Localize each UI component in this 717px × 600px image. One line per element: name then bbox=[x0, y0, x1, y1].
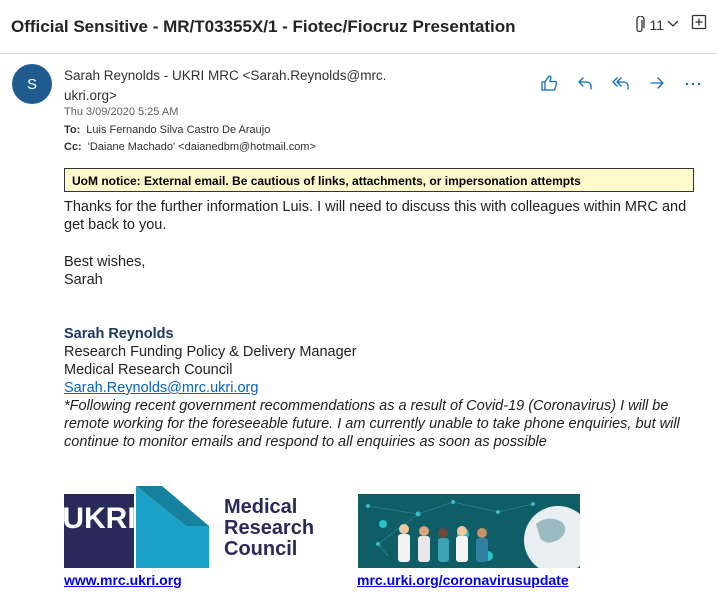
to-recipient[interactable]: Luis Fernando Silva Castro De Araujo bbox=[86, 124, 270, 136]
coronavirus-update-link[interactable]: mrc.urki.org/coronavirusupdate bbox=[357, 572, 569, 588]
closing-line: Best wishes, bbox=[64, 254, 146, 270]
mrc-line-3: Council bbox=[224, 538, 298, 560]
cc-recipient[interactable]: 'Daiane Machado' <daianedbm@hotmail.com> bbox=[88, 141, 316, 153]
like-icon[interactable] bbox=[538, 72, 560, 94]
mrc-line-2: Research bbox=[224, 517, 315, 539]
sender[interactable]: Sarah Reynolds - UKRI MRC <Sarah.Reynold… bbox=[64, 66, 394, 106]
reply-icon[interactable] bbox=[574, 72, 596, 94]
popout-icon[interactable] bbox=[691, 14, 707, 35]
signature-name: Sarah Reynolds bbox=[64, 326, 174, 342]
sender-line-2: ukri.org> bbox=[64, 88, 117, 103]
attachment-count[interactable]: 11 bbox=[649, 17, 664, 33]
sender-line-1: Sarah Reynolds - UKRI MRC <Sarah.Reynold… bbox=[64, 68, 387, 83]
cc-line: Cc: 'Daiane Machado' <daianedbm@hotmail.c… bbox=[64, 141, 316, 153]
avatar[interactable]: S bbox=[12, 64, 52, 104]
closing-name: Sarah bbox=[64, 272, 103, 288]
covid-notice: *Following recent government recommendat… bbox=[64, 398, 680, 450]
ukri-wordmark: UKRI bbox=[64, 502, 136, 535]
reply-all-icon[interactable] bbox=[610, 72, 632, 94]
cc-label: Cc: bbox=[64, 141, 82, 153]
signature-email-link[interactable]: Sarah.Reynolds@mrc.ukri.org bbox=[64, 379, 258, 397]
message-paragraph: Thanks for the further information Luis.… bbox=[64, 199, 687, 233]
email-subject: Official Sensitive - MR/T03355X/1 - Fiot… bbox=[11, 17, 516, 36]
more-icon[interactable] bbox=[682, 72, 704, 94]
subject-tools: 11 bbox=[634, 14, 707, 35]
sent-date: Thu 3/09/2020 5:25 AM bbox=[64, 106, 179, 118]
subject-bar: Official Sensitive - MR/T03355X/1 - Fiot… bbox=[0, 0, 717, 54]
ukri-logo: UKRI bbox=[62, 486, 214, 568]
message-actions bbox=[538, 72, 704, 94]
to-line: To: Luis Fernando Silva Castro De Araujo bbox=[64, 124, 270, 136]
paperclip-icon[interactable] bbox=[634, 15, 646, 34]
chevron-down-icon[interactable] bbox=[667, 16, 679, 34]
to-label: To: bbox=[64, 124, 81, 136]
signature-organization: Medical Research Council bbox=[64, 362, 233, 378]
mrc-website-link[interactable]: www.mrc.ukri.org bbox=[64, 572, 182, 588]
mrc-line-1: Medical bbox=[224, 496, 298, 518]
mrc-wordmark: Medical Research Council bbox=[224, 497, 314, 560]
signature-role: Research Funding Policy & Delivery Manag… bbox=[64, 344, 357, 360]
coronavirus-banner-image[interactable] bbox=[358, 494, 580, 568]
forward-icon[interactable] bbox=[646, 72, 668, 94]
external-email-notice: UoM notice: External email. Be cautious … bbox=[64, 168, 694, 192]
